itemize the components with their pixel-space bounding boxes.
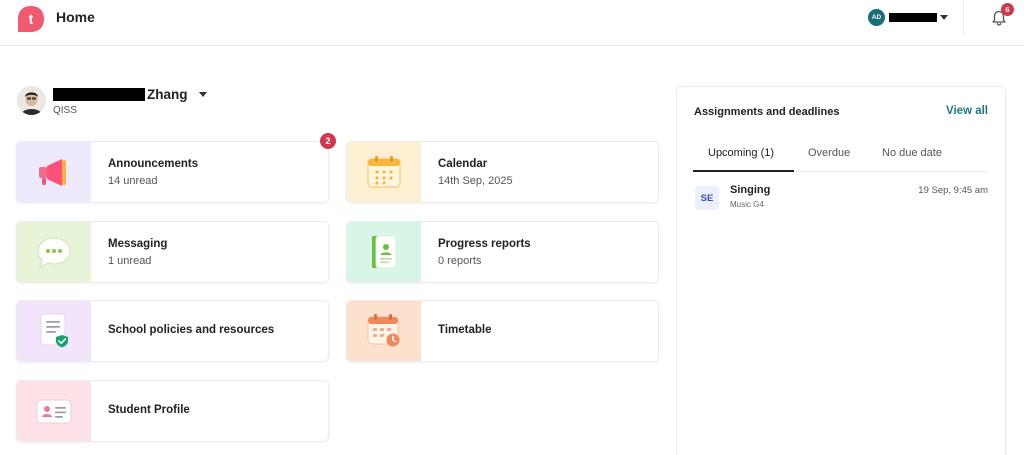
assignments-panel: Assignments and deadlines View all Upcom…: [676, 86, 1006, 455]
card-subtitle: 1 unread: [108, 255, 152, 267]
tab-no-due-date[interactable]: No due date: [882, 147, 942, 159]
panel-title: Assignments and deadlines: [694, 106, 840, 118]
card-timetable[interactable]: Timetable: [346, 300, 659, 362]
card-student-profile[interactable]: Student Profile: [16, 380, 329, 442]
card-progress-reports[interactable]: Progress reports 0 reports: [346, 221, 659, 283]
student-school: QISS: [53, 105, 77, 116]
page-title: Home: [56, 9, 95, 25]
logo-letter: t: [29, 11, 34, 27]
chevron-down-icon[interactable]: [198, 92, 207, 97]
account-avatar[interactable]: AD: [868, 9, 885, 26]
card-messaging[interactable]: Messaging 1 unread: [16, 221, 329, 283]
card-title: Calendar: [438, 158, 488, 170]
student-photo-icon: [17, 86, 46, 115]
card-title: Student Profile: [108, 404, 190, 416]
assignment-title: Singing: [730, 184, 771, 196]
card-subtitle: 0 reports: [438, 255, 482, 267]
card-title: Progress reports: [438, 238, 531, 250]
card-subtitle: 14 unread: [108, 175, 158, 187]
notification-count-badge[interactable]: 6: [1001, 3, 1014, 16]
student-switcher[interactable]: Zhang: [53, 87, 207, 102]
card-title: Announcements: [108, 158, 199, 170]
calendar-icon: [347, 142, 421, 202]
report-book-icon: [347, 222, 421, 282]
top-bar: t Home AD 6: [0, 0, 1024, 46]
assignment-class: Music G4: [730, 200, 764, 209]
account-menu[interactable]: AD: [868, 9, 948, 26]
megaphone-icon: [17, 142, 91, 202]
card-subtitle: 14th Sep, 2025: [438, 175, 513, 187]
app-logo-icon[interactable]: t: [16, 4, 46, 34]
student-avatar[interactable]: [17, 86, 46, 115]
assignment-due-date: 19 Sep, 9:45 am: [918, 185, 988, 196]
header-divider: [963, 0, 964, 36]
active-tab-indicator: [693, 170, 794, 172]
card-title: School policies and resources: [108, 324, 275, 336]
tab-upcoming[interactable]: Upcoming (1): [708, 147, 774, 159]
timetable-clock-icon: [347, 301, 421, 361]
card-calendar[interactable]: Calendar 14th Sep, 2025: [346, 141, 659, 203]
student-surname: Zhang: [147, 87, 188, 102]
view-all-link[interactable]: View all: [946, 105, 988, 117]
account-name-redacted[interactable]: [889, 13, 937, 22]
id-card-icon: [17, 381, 91, 441]
subject-badge: SE: [695, 186, 719, 210]
chevron-down-icon[interactable]: [940, 15, 948, 20]
announcements-unread-badge: 2: [320, 133, 336, 149]
card-title: Messaging: [108, 238, 168, 250]
card-title: Timetable: [438, 324, 492, 336]
tab-overdue[interactable]: Overdue: [808, 147, 850, 159]
chat-bubble-icon: [17, 222, 91, 282]
assignment-tabs: Upcoming (1) Overdue No due date: [693, 139, 989, 172]
policy-document-icon: [17, 301, 91, 361]
card-school-policies[interactable]: School policies and resources: [16, 300, 329, 362]
student-given-name-redacted: [53, 88, 145, 101]
card-announcements[interactable]: Announcements 14 unread: [16, 141, 329, 203]
